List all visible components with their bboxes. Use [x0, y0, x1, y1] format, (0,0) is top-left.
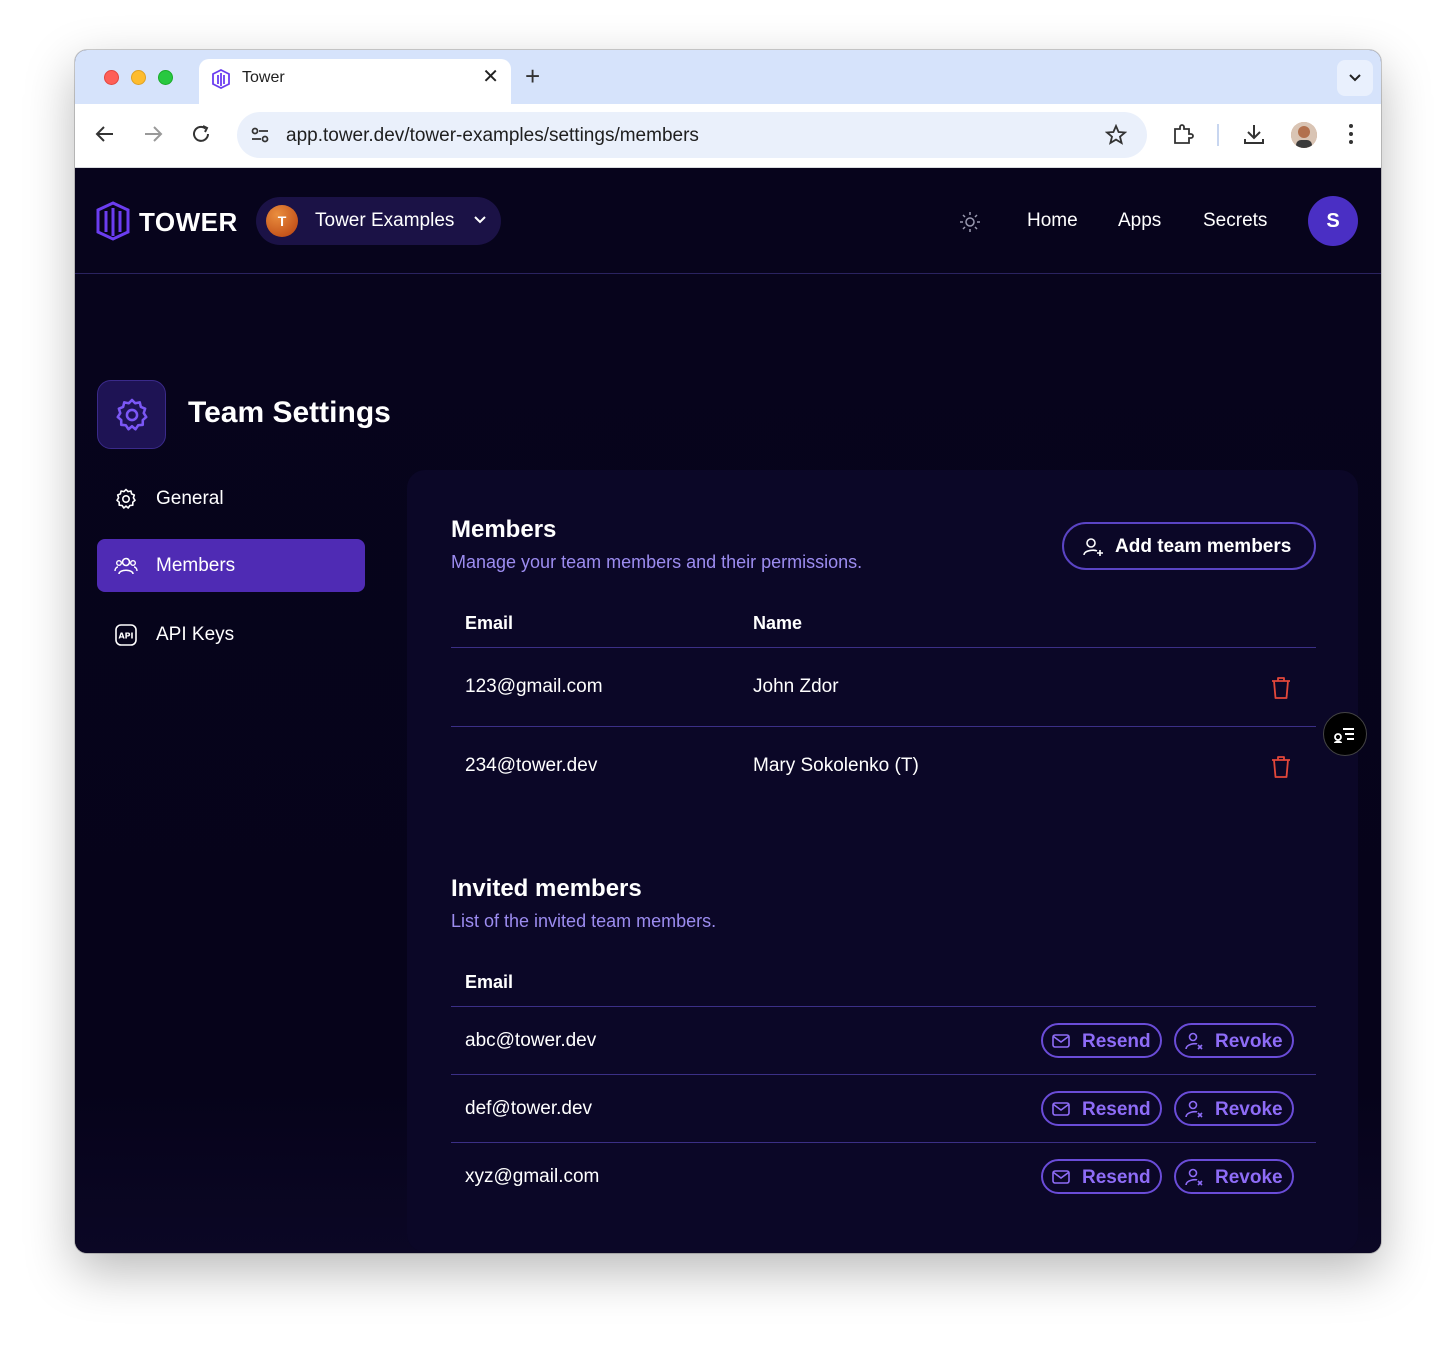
users-icon: [114, 557, 138, 575]
members-subtitle: Manage your team members and their permi…: [451, 552, 863, 572]
downloads-icon[interactable]: [1242, 122, 1266, 146]
list-user-icon: [1334, 728, 1354, 743]
app-header: TOWER T Tower Examples Home Apps Secrets…: [75, 168, 1381, 274]
delete-trash-icon[interactable]: [1269, 754, 1293, 780]
page-title: Team Settings: [188, 396, 391, 429]
column-header-email: Email: [465, 613, 514, 633]
sidebar-item-general[interactable]: General: [97, 472, 365, 525]
maximize-window-button[interactable]: [158, 70, 173, 85]
table-divider: [451, 1074, 1316, 1075]
chevron-down-icon: [474, 216, 486, 224]
app-root: TOWER T Tower Examples Home Apps Secrets…: [75, 168, 1381, 1253]
gear-icon: [116, 488, 136, 509]
invited-email: def@tower.dev: [465, 1098, 593, 1119]
invited-email: xyz@gmail.com: [465, 1166, 600, 1187]
mail-icon: [1052, 1034, 1070, 1048]
resend-label: Resend: [1082, 1099, 1151, 1120]
site-settings-icon[interactable]: [249, 124, 271, 146]
reload-icon[interactable]: [189, 122, 213, 146]
nav-apps[interactable]: Apps: [1118, 210, 1161, 232]
table-divider: [451, 1142, 1316, 1143]
extensions-icon[interactable]: [1171, 122, 1195, 146]
theme-toggle-sun-icon[interactable]: [959, 211, 981, 233]
member-name: John Zdor: [753, 676, 839, 697]
svg-text:API: API: [118, 632, 133, 641]
close-window-button[interactable]: [104, 70, 119, 85]
tower-favicon-icon: [212, 69, 230, 89]
resend-button[interactable]: Resend: [1041, 1091, 1162, 1126]
new-tab-icon[interactable]: +: [525, 62, 540, 90]
chrome-profile-avatar[interactable]: [1291, 122, 1317, 148]
nav-home[interactable]: Home: [1027, 210, 1078, 232]
members-title: Members: [451, 516, 557, 543]
table-divider: [451, 726, 1316, 727]
column-header-email: Email: [465, 972, 514, 992]
chevron-down-icon: [1349, 74, 1361, 82]
column-header-name: Name: [753, 613, 803, 633]
minimize-window-button[interactable]: [131, 70, 146, 85]
invited-title: Invited members: [451, 875, 642, 902]
member-name: Mary Sokolenko (T): [753, 755, 919, 776]
revoke-button[interactable]: Revoke: [1174, 1091, 1294, 1126]
revoke-button[interactable]: Revoke: [1174, 1159, 1294, 1194]
user-remove-icon: [1185, 1032, 1203, 1050]
settings-title-icon-box: [97, 380, 166, 449]
sidebar-item-label: API Keys: [156, 624, 235, 645]
member-email: 123@gmail.com: [465, 676, 603, 697]
table-divider: [451, 647, 1316, 648]
user-plus-icon: [1083, 538, 1103, 556]
user-avatar[interactable]: S: [1308, 196, 1358, 246]
revoke-label: Revoke: [1215, 1167, 1283, 1188]
revoke-label: Revoke: [1215, 1099, 1283, 1120]
floating-feedback-button[interactable]: [1323, 712, 1367, 756]
browser-tab[interactable]: Tower ✕: [199, 59, 511, 104]
mail-icon: [1052, 1102, 1070, 1116]
add-team-members-label: Add team members: [1115, 536, 1292, 557]
user-remove-icon: [1185, 1100, 1203, 1118]
table-divider: [451, 1006, 1316, 1007]
close-tab-icon[interactable]: ✕: [482, 67, 499, 87]
tower-logo-icon[interactable]: [95, 201, 131, 241]
members-card: Members Manage your team members and the…: [407, 470, 1358, 1252]
member-email: 234@tower.dev: [465, 755, 598, 776]
user-remove-icon: [1185, 1168, 1203, 1186]
nav-secrets[interactable]: Secrets: [1203, 210, 1267, 232]
resend-button[interactable]: Resend: [1041, 1023, 1162, 1058]
menu-kebab-icon[interactable]: [1339, 122, 1363, 146]
resend-label: Resend: [1082, 1031, 1151, 1052]
address-bar[interactable]: app.tower.dev/tower-examples/settings/me…: [237, 112, 1147, 158]
resend-button[interactable]: Resend: [1041, 1159, 1162, 1194]
resend-label: Resend: [1082, 1167, 1151, 1188]
api-icon: API: [115, 624, 137, 646]
tab-search-button[interactable]: [1337, 60, 1373, 96]
sidebar-item-label: Members: [156, 555, 236, 576]
add-team-members-button[interactable]: Add team members: [1062, 522, 1316, 570]
forward-icon[interactable]: [141, 122, 165, 146]
bookmark-star-icon[interactable]: [1105, 124, 1127, 146]
gear-icon: [115, 398, 148, 431]
revoke-button[interactable]: Revoke: [1174, 1023, 1294, 1058]
revoke-label: Revoke: [1215, 1031, 1283, 1052]
sidebar-item-members[interactable]: Members: [97, 539, 365, 592]
sidebar-item-label: General: [156, 488, 224, 509]
tab-strip: Tower ✕ +: [75, 50, 1381, 104]
org-avatar: T: [266, 205, 298, 237]
invited-email: abc@tower.dev: [465, 1030, 597, 1051]
brand-name[interactable]: TOWER: [139, 207, 238, 238]
mail-icon: [1052, 1170, 1070, 1184]
browser-toolbar: app.tower.dev/tower-examples/settings/me…: [75, 104, 1381, 168]
delete-trash-icon[interactable]: [1269, 675, 1293, 701]
invited-subtitle: List of the invited team members.: [451, 911, 717, 931]
sidebar-item-api-keys[interactable]: API API Keys: [97, 608, 365, 661]
url-text: app.tower.dev/tower-examples/settings/me…: [286, 125, 699, 146]
org-name: Tower Examples: [315, 210, 455, 231]
toolbar-divider: [1217, 124, 1219, 146]
tab-title: Tower: [242, 69, 285, 86]
back-icon[interactable]: [93, 122, 117, 146]
browser-window: Tower ✕ + app.tower.dev/tower-examples/s…: [75, 50, 1381, 1253]
org-switcher[interactable]: T Tower Examples: [256, 197, 501, 245]
